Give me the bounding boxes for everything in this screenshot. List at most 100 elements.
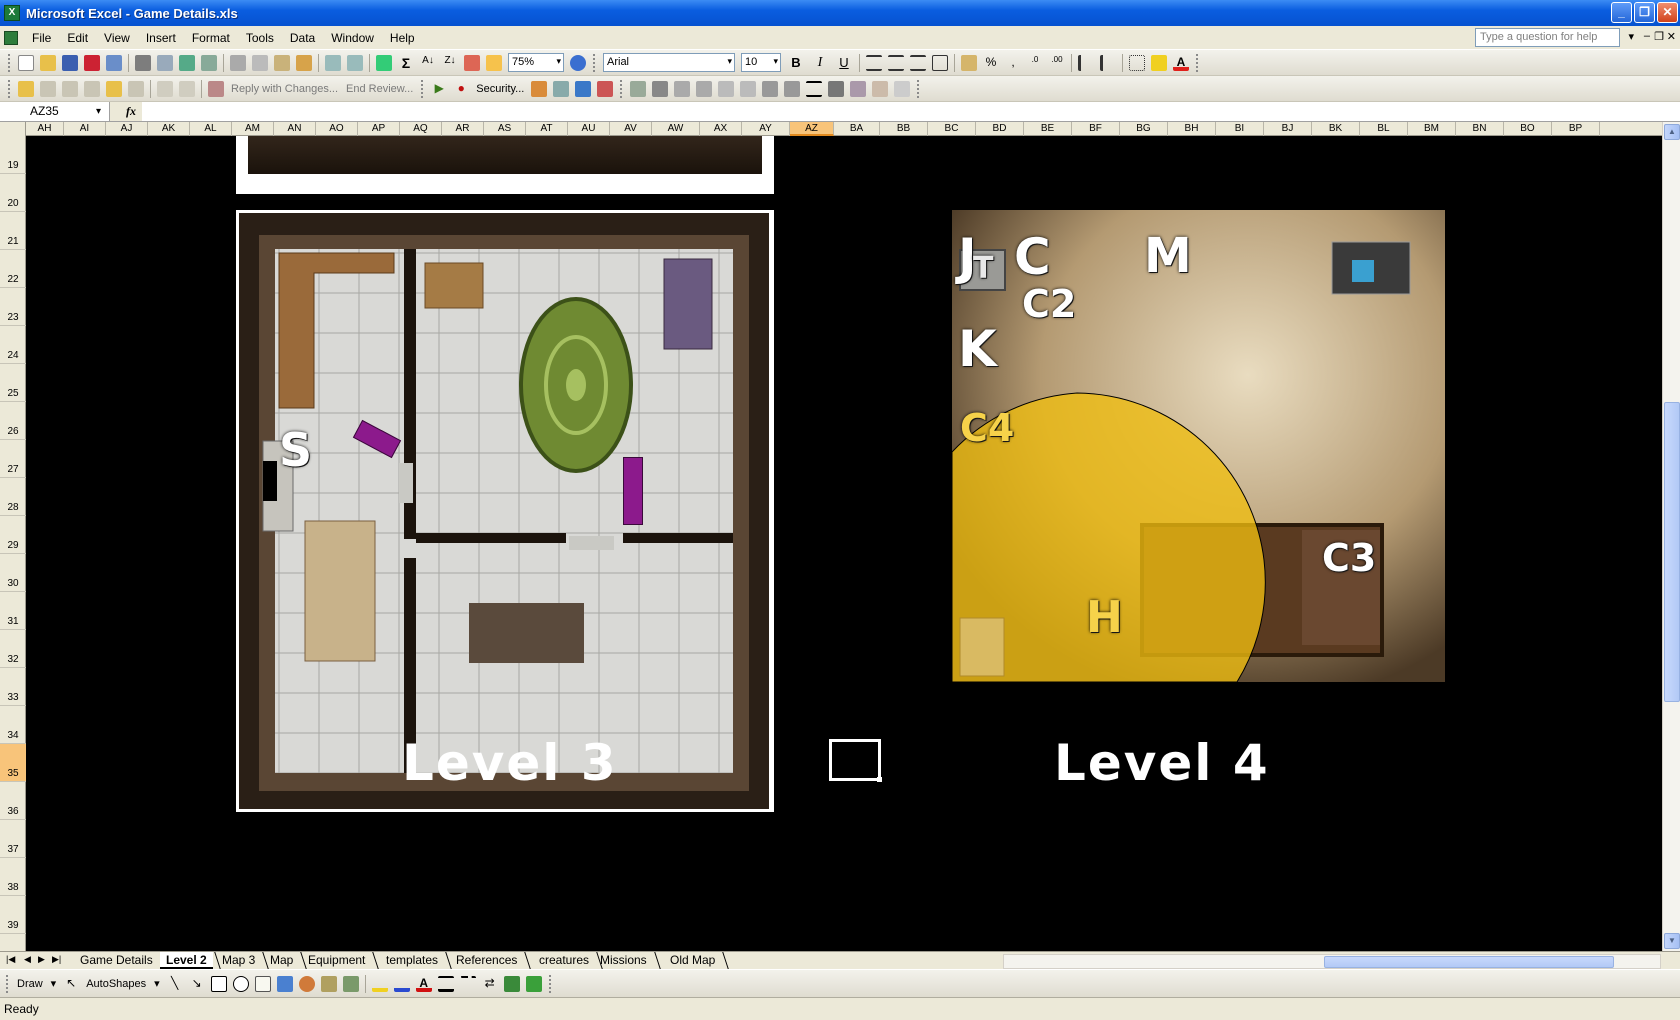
font-color-icon[interactable]: A <box>1173 55 1189 71</box>
row-header-19[interactable]: 19 <box>0 136 26 174</box>
column-header-ay[interactable]: AY <box>742 122 790 136</box>
help-icon[interactable] <box>570 54 586 71</box>
sheet-tab-level-2[interactable]: Level 2 <box>160 952 213 969</box>
minimize-button[interactable]: _ <box>1611 2 1632 23</box>
column-header-bl[interactable]: BL <box>1360 122 1408 136</box>
more-brightness-icon[interactable] <box>718 80 735 97</box>
marker-m[interactable]: M <box>1144 228 1192 284</box>
sheet-tab-templates[interactable]: templates <box>380 952 444 969</box>
copy-icon[interactable] <box>252 54 268 71</box>
purple-door-marker[interactable] <box>623 457 643 525</box>
column-header-bn[interactable]: BN <box>1456 122 1504 136</box>
level4-title[interactable]: Level 4 <box>1054 734 1270 792</box>
currency-icon[interactable] <box>961 54 977 71</box>
delete-comment-icon[interactable] <box>128 80 144 97</box>
undo-icon[interactable] <box>325 54 341 71</box>
wordart-icon[interactable] <box>276 975 293 992</box>
menu-window[interactable]: Window <box>323 31 382 45</box>
visual-basic-icon[interactable] <box>531 80 548 97</box>
restore-button[interactable]: ❐ <box>1634 2 1655 23</box>
arrow-icon[interactable]: ↘ <box>189 976 205 992</box>
column-header-aj[interactable]: AJ <box>106 122 148 136</box>
horizontal-scroll-thumb[interactable] <box>1324 956 1614 968</box>
sheet-tab-old-map[interactable]: Old Map <box>664 952 721 969</box>
open-icon[interactable] <box>40 54 56 71</box>
underline-button[interactable]: U <box>835 55 853 71</box>
marker-c2[interactable]: C2 <box>1022 282 1076 326</box>
new-comment-icon[interactable] <box>40 80 56 97</box>
level4-map[interactable]: J C M T C2 K C4 H C3 <box>952 210 1445 682</box>
sheet-tab-missions[interactable]: Missions <box>594 952 653 969</box>
draw-fill-color-icon[interactable] <box>371 976 388 992</box>
cut-icon[interactable] <box>230 54 246 71</box>
track-changes-icon[interactable] <box>157 80 173 97</box>
draw-line-style-icon[interactable] <box>437 975 454 992</box>
decrease-indent-icon[interactable] <box>1078 54 1094 71</box>
end-review-button[interactable]: End Review... <box>346 83 413 95</box>
sheet-tab-map[interactable]: Map <box>264 952 299 969</box>
vertical-scroll-thumb[interactable] <box>1664 402 1680 702</box>
marker-t[interactable]: T <box>973 251 993 286</box>
column-header-ai[interactable]: AI <box>64 122 106 136</box>
column-header-bk[interactable]: BK <box>1312 122 1360 136</box>
select-all-corner[interactable] <box>0 122 26 136</box>
decrease-decimal-icon[interactable]: .00 <box>1049 55 1065 71</box>
column-header-am[interactable]: AM <box>232 122 274 136</box>
marker-c4[interactable]: C4 <box>960 406 1014 450</box>
draw-menu-button[interactable]: Draw <box>17 978 43 990</box>
insert-function-icon[interactable]: fx <box>110 102 142 121</box>
less-brightness-icon[interactable] <box>740 80 757 97</box>
menu-view[interactable]: View <box>96 31 138 45</box>
toolbar-grip[interactable] <box>620 79 623 98</box>
column-header-bh[interactable]: BH <box>1168 122 1216 136</box>
menu-file[interactable]: File <box>24 31 59 45</box>
formula-input[interactable] <box>142 102 1680 121</box>
column-header-bi[interactable]: BI <box>1216 122 1264 136</box>
marker-s[interactable]: S <box>279 423 312 477</box>
help-search-input[interactable]: Type a question for help <box>1475 28 1620 47</box>
column-header-aw[interactable]: AW <box>652 122 700 136</box>
column-header-as[interactable]: AS <box>484 122 526 136</box>
sheet-tab-references[interactable]: References <box>450 952 523 969</box>
menu-edit[interactable]: Edit <box>59 31 96 45</box>
drawing-toggle-icon[interactable] <box>486 54 502 71</box>
name-box[interactable]: AZ35 <box>0 102 110 121</box>
column-header-bo[interactable]: BO <box>1504 122 1552 136</box>
column-header-bj[interactable]: BJ <box>1264 122 1312 136</box>
column-header-au[interactable]: AU <box>568 122 610 136</box>
row-header-30[interactable]: 30 <box>0 554 26 592</box>
hyperlink-icon[interactable] <box>376 54 392 71</box>
run-macro-icon[interactable]: ▶ <box>431 81 447 97</box>
level3-title[interactable]: Level 3 <box>402 734 618 792</box>
column-header-bc[interactable]: BC <box>928 122 976 136</box>
column-header-bp[interactable]: BP <box>1552 122 1600 136</box>
next-comment-icon[interactable] <box>84 80 100 97</box>
column-header-az[interactable]: AZ <box>790 122 834 136</box>
marker-c[interactable]: C <box>1014 228 1051 286</box>
align-right-icon[interactable] <box>910 54 926 71</box>
reply-with-changes-button[interactable]: Reply with Changes... <box>231 83 338 95</box>
oval-icon[interactable] <box>232 975 249 992</box>
folder-icon[interactable] <box>18 80 34 97</box>
column-header-av[interactable]: AV <box>610 122 652 136</box>
rectangle-icon[interactable] <box>210 975 227 992</box>
picture-icon[interactable] <box>630 80 647 97</box>
email-icon[interactable] <box>106 54 122 71</box>
column-header-ak[interactable]: AK <box>148 122 190 136</box>
minimize-workbook-icon[interactable]: – <box>1644 30 1650 42</box>
percent-icon[interactable]: % <box>983 55 999 71</box>
format-picture-icon[interactable] <box>850 80 867 97</box>
excel-app-icon[interactable]: X <box>4 5 20 21</box>
row-header-34[interactable]: 34 <box>0 706 26 744</box>
prev-comment-icon[interactable] <box>62 80 78 97</box>
fill-handle[interactable] <box>877 777 882 782</box>
row-header-23[interactable]: 23 <box>0 288 26 326</box>
vertical-scrollbar[interactable]: ▲ ▼ <box>1662 122 1680 951</box>
draw-font-color-icon[interactable]: A <box>415 976 432 992</box>
line-color-icon[interactable] <box>393 976 410 992</box>
row-header-25[interactable]: 25 <box>0 364 26 402</box>
first-sheet-icon[interactable]: |◀ <box>6 954 15 965</box>
italic-button[interactable]: I <box>811 55 829 71</box>
row-header-39[interactable]: 39 <box>0 896 26 934</box>
autosum-icon[interactable]: Σ <box>398 55 414 71</box>
